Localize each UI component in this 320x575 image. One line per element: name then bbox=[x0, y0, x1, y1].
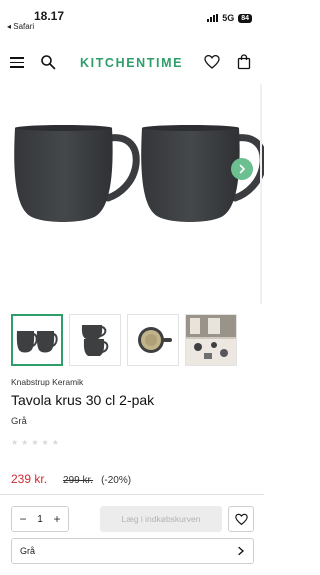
shopping-bag-icon[interactable] bbox=[237, 54, 255, 72]
status-bar: 18.17 ◂ Safari 5G 84 bbox=[0, 0, 264, 36]
original-price: 299 kr. bbox=[63, 475, 94, 486]
add-to-cart-button[interactable]: Læg i indkøbskurven bbox=[100, 506, 222, 532]
color-select[interactable]: Grå bbox=[11, 538, 254, 564]
thumbnail-strip bbox=[11, 314, 237, 366]
star-icon: ★ bbox=[41, 438, 49, 447]
star-icon: ★ bbox=[11, 438, 19, 447]
thumbnail-table-setting[interactable] bbox=[185, 314, 237, 366]
divider bbox=[260, 84, 262, 304]
star-icon: ★ bbox=[31, 438, 39, 447]
chevron-right-icon bbox=[239, 164, 246, 174]
gallery-next-button[interactable] bbox=[231, 158, 253, 180]
thumbnail-mug-top-view[interactable] bbox=[127, 314, 179, 366]
quantity-minus-button[interactable]: − bbox=[17, 512, 29, 526]
status-indicators: 5G 84 bbox=[207, 13, 252, 23]
quantity-plus-button[interactable]: + bbox=[51, 512, 63, 526]
quantity-value[interactable]: 1 bbox=[37, 514, 43, 525]
wishlist-heart-icon[interactable] bbox=[204, 54, 222, 72]
sale-price: 239 kr. bbox=[11, 472, 48, 486]
mugs-image bbox=[14, 125, 267, 222]
menu-icon[interactable] bbox=[10, 54, 28, 72]
product-title: Tavola krus 30 cl 2-pak bbox=[11, 392, 155, 408]
product-brand[interactable]: Knabstrup Keramik bbox=[11, 377, 83, 387]
site-header: KITCHENTIME bbox=[0, 44, 264, 82]
back-to-app-link[interactable]: ◂ Safari bbox=[7, 22, 34, 31]
color-select-value: Grå bbox=[20, 546, 36, 556]
product-main-image[interactable] bbox=[0, 98, 267, 298]
network-label: 5G bbox=[222, 13, 235, 23]
star-icon: ★ bbox=[21, 438, 29, 447]
price-row: 239 kr. 299 kr. (-20%) bbox=[11, 472, 131, 486]
site-logo[interactable]: KITCHENTIME bbox=[80, 56, 183, 70]
chevron-right-icon bbox=[238, 546, 244, 556]
search-icon[interactable] bbox=[40, 54, 58, 72]
star-icon: ★ bbox=[51, 438, 59, 447]
battery-icon: 84 bbox=[238, 13, 252, 23]
quantity-stepper: − 1 + bbox=[11, 506, 69, 532]
rating-stars[interactable]: ★ ★ ★ ★ ★ bbox=[11, 438, 59, 447]
signal-icon bbox=[207, 14, 219, 22]
thumbnail-mugs-pair[interactable] bbox=[11, 314, 63, 366]
divider bbox=[0, 494, 264, 495]
discount-badge: (-20%) bbox=[101, 475, 132, 486]
add-to-wishlist-button[interactable] bbox=[228, 506, 254, 532]
product-variant: Grå bbox=[11, 416, 27, 427]
thumbnail-mugs-stacked[interactable] bbox=[69, 314, 121, 366]
heart-icon bbox=[234, 513, 248, 525]
status-time: 18.17 bbox=[34, 9, 65, 23]
